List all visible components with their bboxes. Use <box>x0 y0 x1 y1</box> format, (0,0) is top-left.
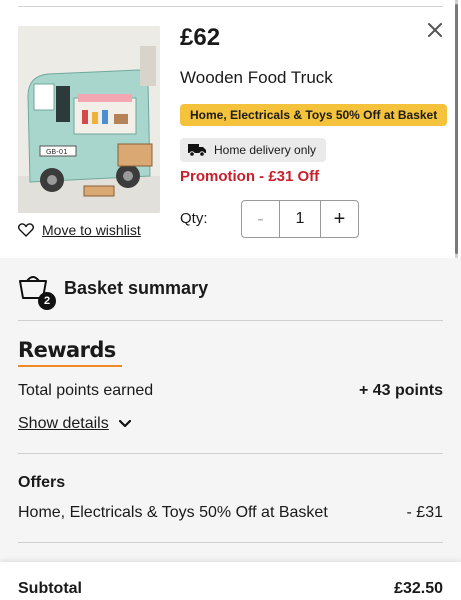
promo-badge: Home, Electricals & Toys 50% Off at Bask… <box>180 104 448 126</box>
qty-value[interactable]: 1 <box>280 201 320 237</box>
product-name[interactable]: Wooden Food Truck <box>180 68 333 88</box>
subtotal-row: Subtotal £32.50 <box>18 580 443 598</box>
chevron-down-icon <box>118 420 131 428</box>
offer-label: Home, Electricals & Toys 50% Off at Bask… <box>18 504 328 521</box>
rewards-underline <box>18 365 122 367</box>
promotion-text: Promotion - £31 Off <box>180 168 320 185</box>
food-truck-illustration: GB-01 <box>18 26 160 213</box>
basket-item-card: GB-01 £62 Wooden Food Truck Home, Electr… <box>0 0 461 258</box>
qty-decrease-button[interactable]: - <box>242 201 280 237</box>
item-price: £62 <box>180 24 221 51</box>
offers-heading: Offers <box>18 474 66 491</box>
rewards-logo: Rewards <box>18 338 116 362</box>
top-divider <box>18 6 443 7</box>
close-icon <box>428 23 442 37</box>
offers-divider <box>18 453 443 454</box>
show-details-label: Show details <box>18 415 109 432</box>
delivery-badge: Home delivery only <box>180 138 327 162</box>
points-value: + 43 points <box>358 382 443 399</box>
points-row: Total points earned + 43 points <box>18 382 443 400</box>
offer-row: Home, Electricals & Toys 50% Off at Bask… <box>18 504 443 522</box>
truck-icon <box>188 144 206 157</box>
move-to-wishlist-link[interactable]: Move to wishlist <box>18 222 141 238</box>
offer-value: - £31 <box>406 504 443 521</box>
basket-summary-title: Basket summary <box>64 277 209 298</box>
basket-count-badge: 2 <box>38 292 56 310</box>
qty-label: Qty: <box>180 210 208 227</box>
basket-summary-header: 2 Basket summary <box>18 272 209 310</box>
qty-increase-button[interactable]: + <box>320 201 358 237</box>
remove-item-button[interactable] <box>425 20 445 40</box>
summary-divider <box>18 320 443 321</box>
basket-icon-wrap: 2 <box>18 272 56 310</box>
quantity-stepper: - 1 + <box>241 200 359 238</box>
basket-summary-section: 2 Basket summary Rewards Total points ea… <box>0 258 461 600</box>
delivery-badge-label: Home delivery only <box>214 143 317 157</box>
subtotal-divider <box>18 542 443 543</box>
product-image[interactable]: GB-01 <box>18 26 160 213</box>
subtotal-label: Subtotal <box>18 580 82 597</box>
subtotal-bar: Subtotal £32.50 <box>0 562 461 600</box>
scrollbar-thumb[interactable] <box>455 4 458 254</box>
subtotal-value: £32.50 <box>394 580 443 597</box>
heart-icon <box>18 223 34 237</box>
license-plate: GB-01 <box>46 148 68 156</box>
show-details-toggle[interactable]: Show details <box>18 415 131 433</box>
wishlist-label: Move to wishlist <box>42 222 141 238</box>
points-label: Total points earned <box>18 382 154 399</box>
